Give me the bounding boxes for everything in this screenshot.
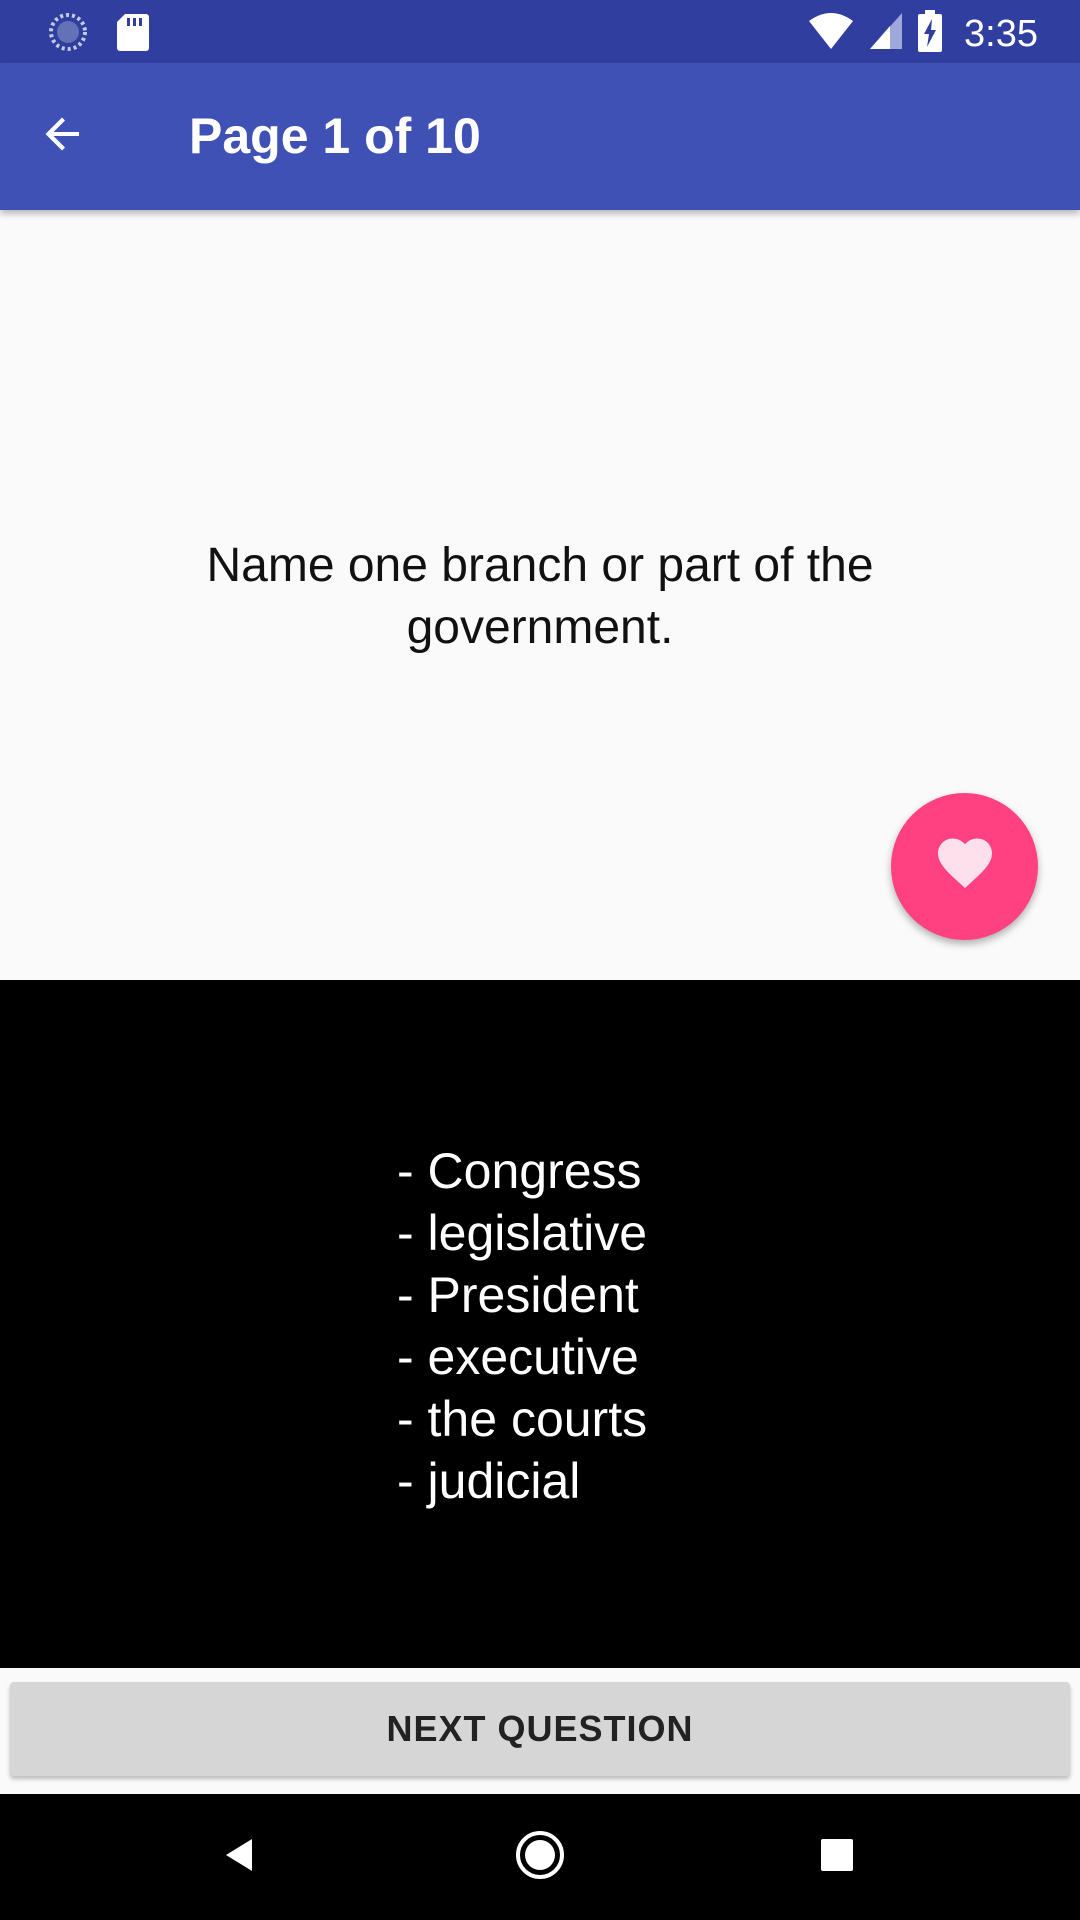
nav-home-button[interactable]	[507, 1824, 573, 1890]
favorite-button[interactable]	[891, 793, 1038, 940]
battery-charging-icon	[918, 10, 943, 57]
sync-icon	[48, 12, 88, 57]
home-circle-icon	[514, 1829, 566, 1886]
sd-card-icon	[116, 12, 150, 57]
next-button-container: NEXT QUESTION	[0, 1668, 1080, 1794]
next-question-button[interactable]: NEXT QUESTION	[10, 1682, 1070, 1776]
answer-item: - Congress	[397, 1143, 642, 1199]
answer-item: - judicial	[397, 1453, 581, 1509]
back-triangle-icon	[220, 1835, 260, 1880]
answer-item: - the courts	[397, 1391, 648, 1447]
answer-list: - Congress - legislative - President - e…	[397, 1140, 647, 1512]
status-time: 3:35	[964, 12, 1038, 55]
nav-recents-button[interactable]	[804, 1824, 870, 1890]
answer-item: - President	[397, 1267, 639, 1323]
back-button[interactable]	[30, 103, 96, 169]
question-card: Name one branch or part of the governmen…	[0, 210, 1080, 980]
answer-panel: - Congress - legislative - President - e…	[0, 980, 1080, 1668]
nav-back-button[interactable]	[207, 1824, 273, 1890]
page-title: Page 1 of 10	[189, 108, 481, 164]
recents-square-icon	[819, 1837, 855, 1878]
navigation-bar	[0, 1794, 1080, 1920]
cell-signal-icon	[868, 11, 904, 56]
wifi-icon	[808, 11, 854, 56]
app-bar: Page 1 of 10	[0, 63, 1080, 210]
answer-item: - executive	[397, 1329, 639, 1385]
question-text: Name one branch or part of the governmen…	[206, 539, 874, 654]
status-bar: 3:35	[0, 0, 1080, 63]
arrow-back-icon	[39, 110, 87, 163]
heart-icon	[937, 838, 993, 895]
screen: 3:35 Page 1 of 10 Name one branch or par…	[0, 0, 1080, 1920]
answer-item: - legislative	[397, 1205, 648, 1261]
